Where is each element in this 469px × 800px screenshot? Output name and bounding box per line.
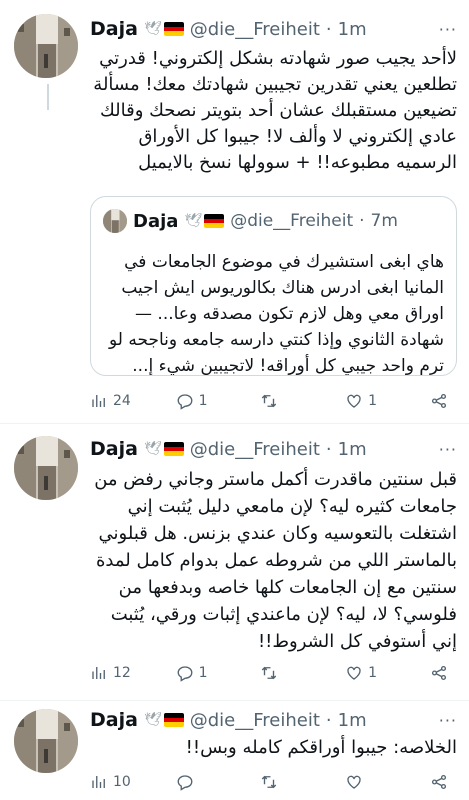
separator-dot: · [325, 438, 332, 460]
author-handle[interactable]: @die__Freiheit [190, 19, 320, 40]
author-name[interactable]: Daja [90, 18, 138, 40]
name-emojis: 🕊 [184, 213, 225, 229]
reply-icon [177, 666, 193, 682]
dove-icon: 🕊 [143, 21, 162, 37]
tweet-2[interactable]: Daja 🕊 @die__Freiheit · 1m ··· قبل سنتين… [0, 424, 469, 700]
author-name[interactable]: Daja [90, 438, 138, 460]
like-count: 1 [368, 665, 378, 681]
quoted-tweet[interactable]: Daja 🕊 @die__Freiheit · 7m هاي ابغى استش… [90, 196, 457, 376]
views-button[interactable]: 10 [90, 773, 131, 791]
share-icon [431, 774, 447, 790]
share-icon [431, 393, 447, 409]
germany-flag-icon [163, 442, 184, 456]
avatar[interactable] [14, 709, 78, 773]
author-name[interactable]: Daja [90, 709, 138, 731]
dove-icon: 🕊 [184, 213, 203, 229]
dove-icon: 🕊 [143, 441, 162, 457]
tweet-text: لاأحد يجيب صور شهادته بشكل إلكتروني! قدر… [93, 48, 457, 173]
like-button[interactable] [345, 773, 385, 791]
germany-flag-icon [204, 214, 225, 228]
separator-dot: · [325, 709, 332, 731]
share-button[interactable] [430, 773, 450, 791]
reply-count: 1 [198, 393, 208, 409]
tweet-1[interactable]: Daja 🕊 @die__Freiheit · 1m ··· لاأحد يجي… [0, 0, 469, 423]
thread-line [47, 84, 49, 110]
germany-flag-icon [163, 22, 184, 36]
more-icon[interactable]: ··· [439, 20, 457, 39]
tweet-3[interactable]: Daja 🕊 @die__Freiheit · 1m ··· الخلاصه: … [0, 701, 469, 800]
tweet-time[interactable]: 1m [338, 19, 367, 40]
like-icon [347, 666, 361, 680]
dove-icon: 🕊 [143, 712, 162, 728]
tweet-header: Daja 🕊 @die__Freiheit · 1m [90, 707, 367, 733]
retweet-button[interactable] [260, 664, 300, 682]
germany-flag-icon [163, 713, 184, 727]
tweet-text: قبل سنتين ماقدرت أكمل ماستر وجاني رفض من… [94, 469, 457, 652]
views-count: 24 [113, 393, 131, 409]
action-bar: 10 [90, 771, 450, 793]
author-handle[interactable]: @die__Freiheit [190, 710, 320, 731]
quoted-author-handle: @die__Freiheit [230, 211, 354, 231]
avatar[interactable] [14, 436, 78, 500]
share-icon [431, 665, 447, 681]
more-icon[interactable]: ··· [439, 440, 457, 459]
reply-button[interactable]: 1 [176, 392, 216, 410]
reply-icon [177, 775, 193, 791]
retweet-button[interactable] [260, 392, 300, 410]
retweet-icon [262, 775, 277, 789]
name-emojis: 🕊 [144, 21, 184, 37]
avatar-image [14, 709, 78, 773]
avatar-image [14, 436, 78, 500]
quoted-avatar [103, 209, 127, 233]
action-bar: 24 1 1 [90, 390, 450, 412]
reply-icon [177, 394, 193, 410]
name-emojis: 🕊 [144, 441, 184, 457]
views-count: 12 [113, 665, 131, 681]
name-emojis: 🕊 [144, 712, 184, 728]
retweet-icon [262, 666, 277, 680]
views-icon [92, 667, 105, 679]
tweet-time[interactable]: 1m [338, 439, 367, 460]
quoted-author-name: Daja [133, 210, 179, 232]
share-button[interactable] [430, 392, 450, 410]
reply-button[interactable]: 1 [176, 664, 216, 682]
views-icon [92, 395, 105, 407]
like-count: 1 [368, 393, 378, 409]
avatar-image [14, 14, 78, 78]
author-handle[interactable]: @die__Freiheit [190, 439, 320, 460]
reply-button[interactable] [176, 773, 216, 791]
separator-dot: · [325, 18, 332, 40]
views-button[interactable]: 12 [90, 664, 131, 682]
quoted-tweet-header: Daja 🕊 @die__Freiheit · 7m [103, 209, 398, 233]
quoted-tweet-text: هاي ابغى استشيرك في موضوع الجامعات في ال… [109, 252, 444, 376]
views-count: 10 [113, 774, 131, 790]
quoted-tweet-time: 7m [370, 211, 398, 231]
like-button[interactable]: 1 [345, 392, 385, 410]
share-button[interactable] [430, 664, 450, 682]
more-icon[interactable]: ··· [439, 711, 457, 730]
separator-dot: · [359, 211, 365, 231]
like-icon [347, 394, 361, 408]
reply-count: 1 [198, 665, 208, 681]
tweet-text: الخلاصه: جيبوا أوراقكم كامله وبس!! [185, 737, 457, 758]
like-icon [347, 775, 361, 789]
tweet-header: Daja 🕊 @die__Freiheit · 1m [90, 16, 367, 42]
avatar[interactable] [14, 14, 78, 78]
retweet-icon [262, 394, 277, 408]
action-bar: 12 1 1 [90, 662, 450, 684]
views-button[interactable]: 24 [90, 392, 131, 410]
like-button[interactable]: 1 [345, 664, 385, 682]
tweet-time[interactable]: 1m [338, 710, 367, 731]
retweet-button[interactable] [260, 773, 300, 791]
tweet-header: Daja 🕊 @die__Freiheit · 1m [90, 436, 367, 462]
views-icon [92, 776, 105, 788]
